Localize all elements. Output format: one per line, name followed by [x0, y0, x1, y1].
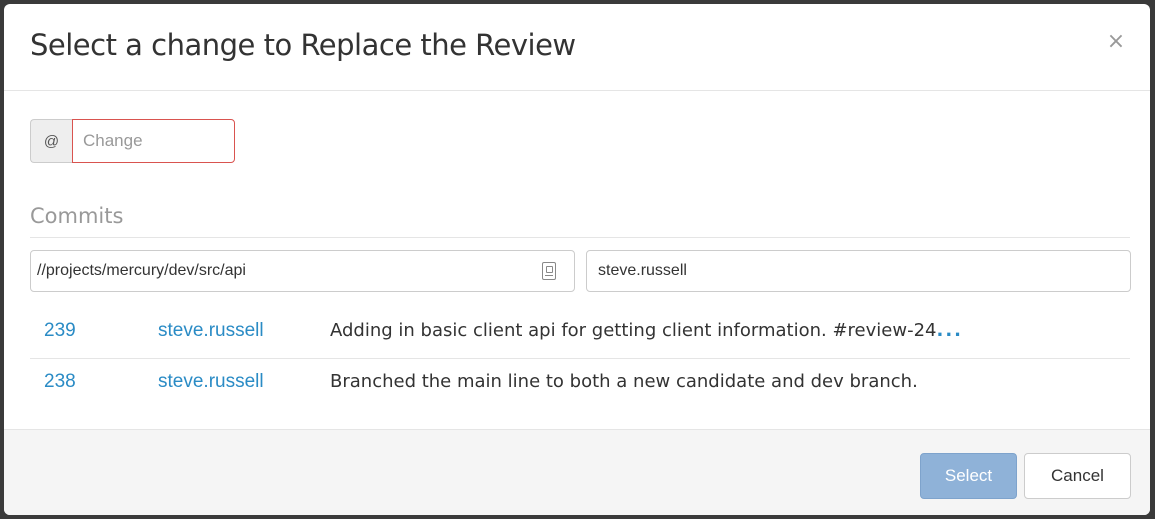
folder-browse-icon[interactable] [542, 262, 556, 280]
more-ellipsis-link[interactable]: ... [936, 320, 963, 341]
user-filter-input[interactable] [586, 250, 1131, 292]
divider [30, 237, 1130, 238]
commit-row[interactable]: 239 steve.russell Adding in basic client… [30, 308, 1130, 359]
select-button[interactable]: Select [920, 453, 1017, 499]
close-icon[interactable]: × [1104, 30, 1128, 54]
change-input-group: @ [30, 119, 235, 163]
commit-description-text: Branched the main line to both a new can… [330, 371, 918, 392]
dialog-title: Select a change to Replace the Review [30, 28, 576, 62]
path-filter-input[interactable] [31, 262, 542, 280]
commit-user-link[interactable]: steve.russell [158, 320, 264, 342]
path-filter-field [30, 250, 575, 292]
change-input[interactable] [72, 119, 235, 163]
commit-description-text: Adding in basic client api for getting c… [330, 320, 937, 341]
dialog-footer: Select Cancel [4, 429, 1150, 515]
commit-id-link[interactable]: 238 [44, 371, 76, 393]
commit-user-link[interactable]: steve.russell [158, 371, 264, 393]
dialog-header: Select a change to Replace the Review × [4, 4, 1150, 91]
commit-description: Branched the main line to both a new can… [330, 371, 918, 392]
replace-review-dialog: Select a change to Replace the Review × … [4, 4, 1150, 515]
commit-description: Adding in basic client api for getting c… [330, 320, 963, 341]
cancel-button[interactable]: Cancel [1024, 453, 1131, 499]
commit-row[interactable]: 238 steve.russell Branched the main line… [30, 359, 1130, 409]
commits-heading: Commits [30, 204, 124, 228]
commit-list: 239 steve.russell Adding in basic client… [30, 308, 1130, 409]
at-sign-addon: @ [30, 119, 72, 163]
commit-id-link[interactable]: 239 [44, 320, 76, 342]
